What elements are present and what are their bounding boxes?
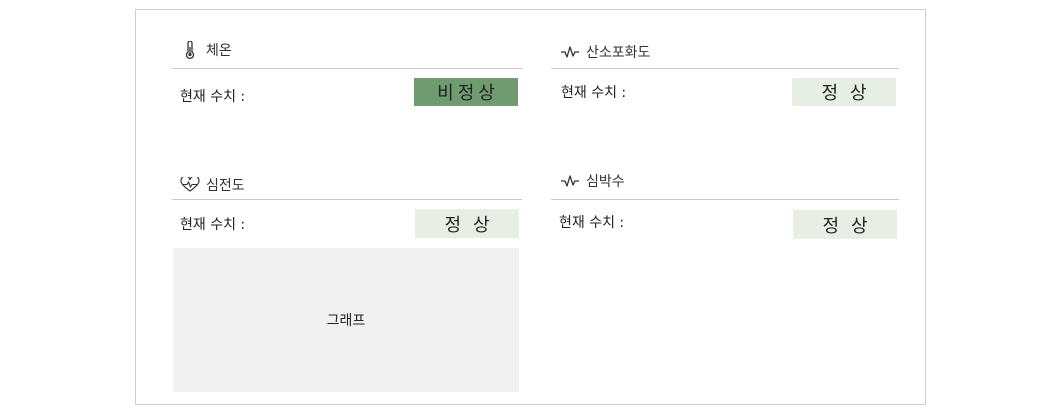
- ecg-title: 심전도: [206, 178, 245, 194]
- ecg-divider: [172, 199, 522, 200]
- ecg-graph-label: 그래프: [326, 313, 366, 329]
- heart-pulse-icon: [180, 176, 200, 194]
- pulse-line-icon: [560, 172, 580, 190]
- ecg-current-label: 현재 수치 :: [180, 217, 246, 233]
- oxygen-header: 산소포화도: [560, 42, 650, 62]
- oxygen-current-label: 현재 수치 :: [561, 85, 627, 101]
- heart-rate-status-badge: 정상: [793, 210, 897, 239]
- ecg-status-badge: 정상: [415, 209, 519, 238]
- heart-rate-title: 심박수: [586, 174, 625, 190]
- ecg-graph-placeholder: 그래프: [173, 248, 519, 392]
- temperature-title: 체온: [206, 43, 232, 59]
- temperature-status-badge: 비정상: [414, 78, 518, 106]
- temperature-current-label: 현재 수치 :: [180, 89, 246, 105]
- heart-rate-current-label: 현재 수치 :: [559, 215, 625, 231]
- oxygen-status-badge: 정상: [792, 78, 896, 106]
- pulse-line-icon: [560, 43, 580, 61]
- oxygen-title: 산소포화도: [586, 45, 651, 61]
- temperature-header: 체온: [180, 40, 232, 60]
- thermometer-icon: [180, 41, 200, 59]
- heart-rate-divider: [551, 199, 899, 200]
- temperature-divider: [172, 68, 522, 69]
- heart-rate-header: 심박수: [560, 171, 625, 191]
- ecg-header: 심전도: [180, 175, 245, 195]
- oxygen-divider: [551, 68, 899, 69]
